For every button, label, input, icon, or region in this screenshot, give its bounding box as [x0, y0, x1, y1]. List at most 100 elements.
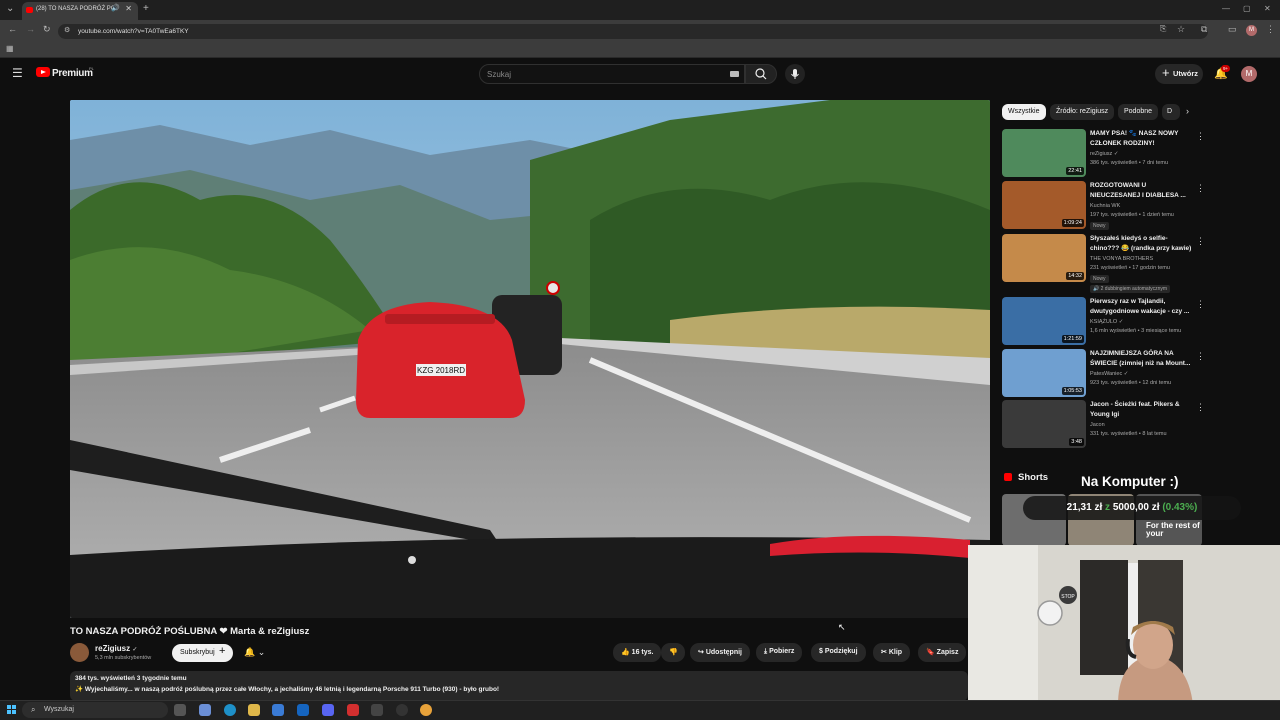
keyboard-icon[interactable]	[730, 71, 739, 77]
chip-source-channel[interactable]: Źródło: reZigiusz	[1050, 104, 1115, 120]
channel-name[interactable]: reZigiusz ✓	[95, 644, 137, 653]
rec-title[interactable]: NAJZIMNIEJSZA GÓRA NA ŚWIECIE (zimniej n…	[1090, 349, 1194, 368]
rec-channel[interactable]: PatesWaniec ✓	[1090, 371, 1128, 377]
app-icon[interactable]	[347, 704, 359, 716]
minimize-icon[interactable]: —	[1222, 4, 1230, 13]
tab-list-icon[interactable]: ⌄	[6, 3, 14, 14]
create-button[interactable]: + Utwórz	[1155, 64, 1203, 84]
video-thumbnail[interactable]: 3:48	[1002, 400, 1086, 448]
video-thumbnail[interactable]: 22:41	[1002, 129, 1086, 177]
rec-meta: 923 tys. wyświetleń • 12 dni temu	[1090, 380, 1172, 386]
dislike-button[interactable]: 👎	[661, 643, 685, 662]
copilot-icon[interactable]	[199, 704, 211, 716]
profile-avatar-icon[interactable]: M	[1246, 25, 1257, 36]
notification-bell-icon[interactable]: 🔔 ⌄	[244, 647, 265, 658]
speaker-icon[interactable]: 🔊	[111, 4, 120, 12]
rec-title[interactable]: ROZGOTOWANI U NIEUCZESANEJ I DIABLESA ..…	[1090, 181, 1194, 200]
video-thumbnail[interactable]: 1:09:24	[1002, 181, 1086, 229]
close-tab-icon[interactable]: ✕	[125, 4, 132, 13]
windows-start-icon[interactable]	[7, 705, 16, 714]
back-icon[interactable]: ←	[8, 24, 17, 34]
more-options-icon[interactable]: ⋮	[1196, 402, 1205, 413]
short-thumb-text: For the rest of your	[1146, 521, 1200, 538]
scissors-icon: ✂	[881, 649, 887, 656]
taskbar-search[interactable]: ⌕ Wyszukaj	[22, 702, 168, 718]
chrome-icon[interactable]	[420, 704, 432, 716]
chip-all[interactable]: Wszystkie	[1002, 104, 1046, 120]
app-icon[interactable]	[371, 704, 383, 716]
donation-goal: 5000,00 zł	[1112, 502, 1160, 513]
address-bar[interactable]: youtube.com/watch?v=TA0TwEa6TKY	[58, 24, 1208, 39]
dubbing-badge: 🔊 2 dubbingiem automatycznym	[1090, 285, 1171, 293]
save-button[interactable]: 🔖 Zapisz	[918, 643, 967, 662]
recommendation-item[interactable]: 14:32 Słyszałeś kiedyś o selfie-chino???…	[1002, 234, 1205, 293]
install-icon[interactable]: ⎘	[1160, 24, 1166, 34]
voice-search-button[interactable]	[785, 64, 805, 84]
site-info-icon[interactable]: ⚙	[64, 26, 70, 34]
account-avatar[interactable]: M	[1241, 66, 1257, 82]
rec-channel[interactable]: KSIĄŻULO ✓	[1090, 319, 1123, 325]
youtube-logo-text[interactable]: Premium	[52, 68, 93, 79]
rec-title[interactable]: Słyszałeś kiedyś o selfie-chino??? 😂 (ra…	[1090, 234, 1194, 253]
store-icon[interactable]	[272, 704, 284, 716]
more-options-icon[interactable]: ⋮	[1196, 351, 1205, 362]
verified-icon: ✓	[132, 647, 138, 653]
recommendation-item[interactable]: 22:41 MAMY PSA! 🐾 NASZ NOWY CZŁONEK RODZ…	[1002, 129, 1205, 179]
obs-icon[interactable]	[396, 704, 408, 716]
video-thumbnail[interactable]: 14:32	[1002, 234, 1086, 282]
reload-icon[interactable]: ↻	[43, 24, 51, 35]
share-button[interactable]: ↪ Udostępnij	[690, 643, 750, 662]
recommendation-item[interactable]: 1:09:24 ROZGOTOWANI U NIEUCZESANEJ I DIA…	[1002, 181, 1205, 231]
rec-meta: 331 tys. wyświetleń • 8 lat temu	[1090, 431, 1167, 437]
outlook-icon[interactable]	[297, 704, 309, 716]
recommendation-item[interactable]: 3:48 Jacon - Ścieżki feat. Pikers & Youn…	[1002, 400, 1205, 450]
channel-avatar[interactable]	[70, 643, 89, 662]
search-button[interactable]	[745, 64, 777, 84]
video-thumbnail[interactable]: 1:05:53	[1002, 349, 1086, 397]
forward-icon[interactable]: →	[26, 24, 35, 34]
sidebar-icon[interactable]: ▭	[1228, 24, 1237, 35]
more-options-icon[interactable]: ⋮	[1196, 183, 1205, 194]
rec-title[interactable]: Pierwszy raz w Tajlandii, dwutygodniowe …	[1090, 297, 1194, 316]
window-close-icon[interactable]: ✕	[1264, 4, 1271, 13]
subscribe-button[interactable]: Subskrybuj +	[172, 644, 233, 662]
download-button[interactable]: ⤓ Pobierz	[756, 643, 803, 662]
create-label: Utwórz	[1173, 69, 1198, 78]
search-input[interactable]: Szukaj	[479, 64, 745, 84]
thanks-button[interactable]: $ Podziękuj	[811, 643, 866, 662]
recommendation-item[interactable]: 1:21:59 Pierwszy raz w Tajlandii, dwutyg…	[1002, 297, 1205, 347]
chip-related[interactable]: Podobne	[1118, 104, 1159, 120]
clip-button[interactable]: ✂ Klip	[873, 643, 911, 662]
recommendation-item[interactable]: 1:05:53 NAJZIMNIEJSZA GÓRA NA ŚWIECIE (z…	[1002, 349, 1205, 399]
hamburger-menu-icon[interactable]: ☰	[12, 66, 23, 80]
youtube-logo-icon[interactable]	[36, 67, 50, 77]
file-explorer-icon[interactable]	[248, 704, 260, 716]
extensions-icon[interactable]: ⧉	[1201, 24, 1207, 35]
browser-tab[interactable]: (28) TO NASZA PODRÓŻ PO 🔊 ✕	[22, 2, 138, 20]
chip-more[interactable]: D	[1162, 104, 1180, 120]
donation-amount: 21,31 zł	[1066, 502, 1103, 513]
rec-meta: 231 wyświetleń • 17 godzin temu	[1090, 265, 1170, 271]
video-thumbnail[interactable]: 1:21:59	[1002, 297, 1086, 345]
edge-icon[interactable]	[224, 704, 236, 716]
rec-channel[interactable]: Jacon	[1090, 422, 1105, 428]
chevron-right-icon[interactable]: ›	[1186, 106, 1189, 116]
like-button[interactable]: 👍 16 tys.	[613, 643, 662, 662]
rec-title[interactable]: MAMY PSA! 🐾 NASZ NOWY CZŁONEK RODZINY!	[1090, 129, 1194, 148]
rec-channel[interactable]: THE VONYA BROTHERS	[1090, 256, 1153, 262]
more-options-icon[interactable]: ⋮	[1196, 131, 1205, 142]
new-tab-icon[interactable]: +	[143, 3, 149, 14]
video-player[interactable]: KZG 2018RD	[70, 100, 990, 618]
maximize-icon[interactable]: ▢	[1243, 4, 1251, 13]
discord-icon[interactable]	[322, 704, 334, 716]
rec-title[interactable]: Jacon - Ścieżki feat. Pikers & Young Igi	[1090, 400, 1194, 419]
task-view-icon[interactable]	[174, 704, 186, 716]
browser-menu-icon[interactable]: ⋮	[1266, 24, 1275, 35]
rec-channel[interactable]: Kuchnia WK	[1090, 203, 1120, 209]
more-options-icon[interactable]: ⋮	[1196, 299, 1205, 310]
more-options-icon[interactable]: ⋮	[1196, 236, 1205, 247]
apps-grid-icon[interactable]: ▦	[6, 44, 14, 53]
bookmark-star-icon[interactable]: ☆	[1177, 24, 1185, 35]
thanks-label: Podziękuj	[824, 648, 858, 655]
rec-channel[interactable]: reZigiusz ✓	[1090, 151, 1118, 157]
